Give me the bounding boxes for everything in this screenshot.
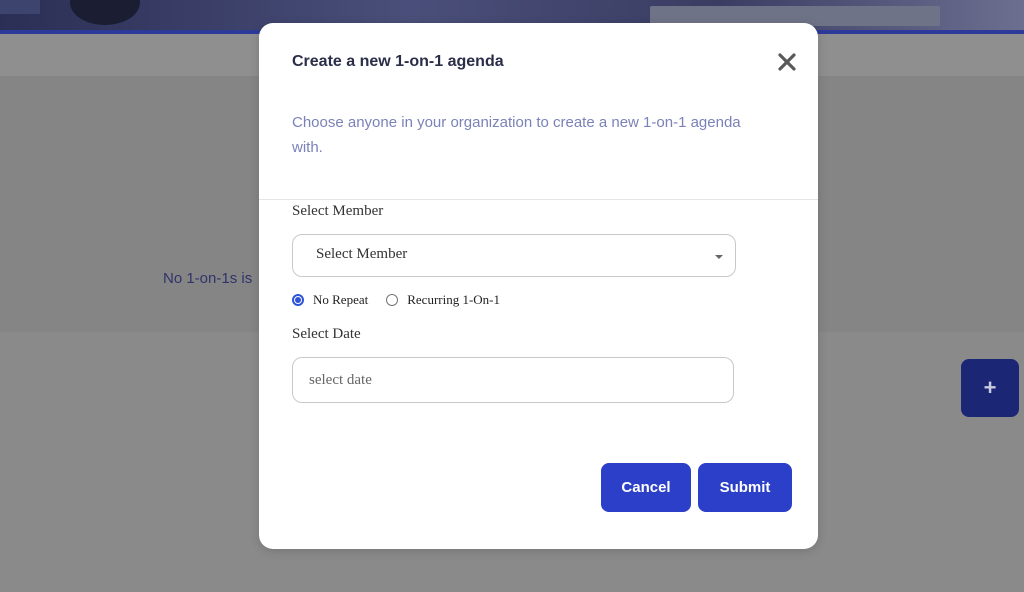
date-input[interactable]	[292, 357, 734, 403]
add-one-on-one-button[interactable]: +	[961, 359, 1019, 417]
modal-title: Create a new 1-on-1 agenda	[292, 53, 504, 70]
radio-no-repeat-control[interactable]	[292, 294, 304, 306]
empty-state-message: No 1-on-1s is	[163, 270, 253, 287]
repeat-options: No Repeat Recurring 1-On-1	[292, 291, 518, 309]
create-agenda-modal: Create a new 1-on-1 agenda Choose anyone…	[259, 23, 818, 549]
select-member-label: Select Member	[292, 203, 384, 219]
divider	[259, 199, 818, 200]
modal-description: Choose anyone in your organization to cr…	[292, 114, 741, 156]
close-icon[interactable]	[775, 50, 799, 74]
member-select-value: Select Member	[316, 246, 408, 262]
plus-icon: +	[983, 375, 997, 400]
radio-recurring[interactable]: Recurring 1-On-1	[386, 292, 500, 308]
cancel-button[interactable]: Cancel	[601, 463, 691, 512]
select-date-label: Select Date	[292, 326, 361, 342]
chevron-down-icon	[715, 255, 723, 259]
radio-no-repeat-label: No Repeat	[313, 292, 369, 307]
radio-recurring-control[interactable]	[386, 294, 399, 306]
submit-button[interactable]: Submit	[698, 463, 792, 512]
member-select[interactable]: Select Member	[292, 234, 736, 277]
radio-no-repeat[interactable]: No Repeat	[292, 292, 368, 308]
radio-recurring-label: Recurring 1-On-1	[407, 292, 501, 307]
